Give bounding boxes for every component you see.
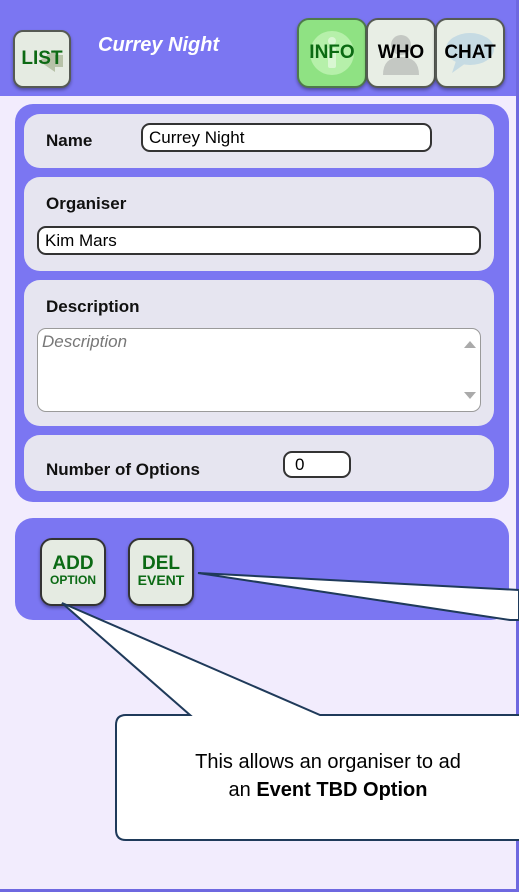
callout-pointer-del [197,572,519,621]
tab-chat-label: CHAT [444,42,496,63]
tab-who-label: WHO [377,42,425,63]
callout-bubble [61,602,519,841]
callout-line-1: This allows an organiser to ad [195,751,461,773]
callout-line-2-prefix: an [228,779,257,801]
tab-info-label: INFO [309,42,355,63]
callout-highlight: Event TBD Option [256,779,428,801]
list-button-label: LIST [21,48,63,69]
callout-line-2: an Event TBD Option [118,776,519,804]
callout-text: This allows an organiser to ad an Event … [118,748,519,804]
